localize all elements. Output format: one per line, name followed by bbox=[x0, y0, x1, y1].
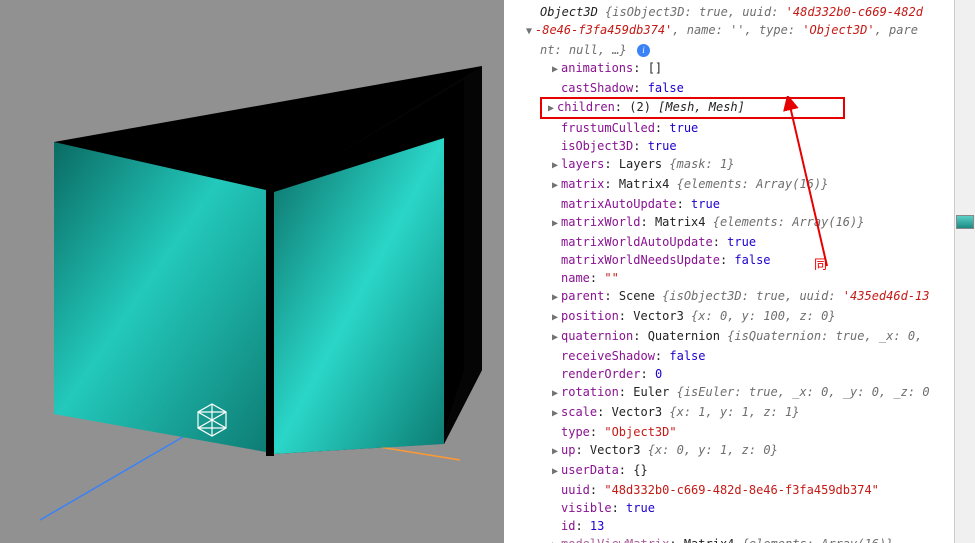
cube-right-front-face bbox=[274, 138, 444, 454]
info-icon[interactable]: i bbox=[637, 44, 650, 57]
prop-matrixWorld[interactable]: ▶matrixWorld: Matrix4 {elements: Array(1… bbox=[510, 213, 948, 233]
prop-rotation[interactable]: ▶rotation: Euler {isEuler: true, _x: 0, … bbox=[510, 383, 948, 403]
prop-modelViewMatrix[interactable]: ▶modelViewMatrix: Matrix4 {elements: Arr… bbox=[510, 535, 948, 543]
prop-up[interactable]: ▶up: Vector3 {x: 0, y: 1, z: 0} bbox=[510, 441, 948, 461]
prop-name: name: "" bbox=[510, 269, 948, 287]
3d-viewport[interactable] bbox=[0, 0, 504, 543]
prop-receiveShadow: receiveShadow: false bbox=[510, 347, 948, 365]
prop-matrixWorldAutoUpdate: matrixWorldAutoUpdate: true bbox=[510, 233, 948, 251]
prop-matrixWorldNeedsUpdate: matrixWorldNeedsUpdate: false bbox=[510, 251, 948, 269]
prop-visible: visible: true bbox=[510, 499, 948, 517]
object-header-line2: ▼-8e46-f3fa459db374', name: '', type: 'O… bbox=[510, 21, 948, 41]
prop-position[interactable]: ▶position: Vector3 {x: 0, y: 100, z: 0} bbox=[510, 307, 948, 327]
annotation-text: 同 bbox=[814, 254, 827, 273]
object-header-line3: nt: null, …} i bbox=[510, 41, 948, 59]
right-rail bbox=[954, 0, 975, 543]
prop-uuid: uuid: "48d332b0-c669-482d-8e46-f3fa459db… bbox=[510, 481, 948, 499]
prop-children-highlighted[interactable]: ▶children: (2) [Mesh, Mesh] bbox=[510, 97, 948, 119]
prop-matrixAutoUpdate: matrixAutoUpdate: true bbox=[510, 195, 948, 213]
object-header-line1: Object3D {isObject3D: true, uuid: '48d33… bbox=[510, 3, 948, 21]
object-inspector-panel[interactable]: Object3D {isObject3D: true, uuid: '48d33… bbox=[504, 0, 954, 543]
prop-type: type: "Object3D" bbox=[510, 423, 948, 441]
minimap-thumbnail-icon[interactable] bbox=[956, 215, 974, 229]
prop-renderOrder: renderOrder: 0 bbox=[510, 365, 948, 383]
prop-animations[interactable]: ▶animations: [] bbox=[510, 59, 948, 79]
prop-frustumCulled: frustumCulled: true bbox=[510, 119, 948, 137]
prop-parent[interactable]: ▶parent: Scene {isObject3D: true, uuid: … bbox=[510, 287, 948, 307]
prop-layers[interactable]: ▶layers: Layers {mask: 1} bbox=[510, 155, 948, 175]
prop-id: id: 13 bbox=[510, 517, 948, 535]
prop-quaternion[interactable]: ▶quaternion: Quaternion {isQuaternion: t… bbox=[510, 327, 948, 347]
prop-userData[interactable]: ▶userData: {} bbox=[510, 461, 948, 481]
prop-scale[interactable]: ▶scale: Vector3 {x: 1, y: 1, z: 1} bbox=[510, 403, 948, 423]
prop-isObject3D: isObject3D: true bbox=[510, 137, 948, 155]
expand-toggle-icon[interactable]: ▼ bbox=[524, 23, 534, 41]
cube-left-front-face bbox=[54, 142, 266, 452]
cube-seam bbox=[266, 188, 274, 456]
prop-matrix[interactable]: ▶matrix: Matrix4 {elements: Array(16)} bbox=[510, 175, 948, 195]
prop-castShadow: castShadow: false bbox=[510, 79, 948, 97]
